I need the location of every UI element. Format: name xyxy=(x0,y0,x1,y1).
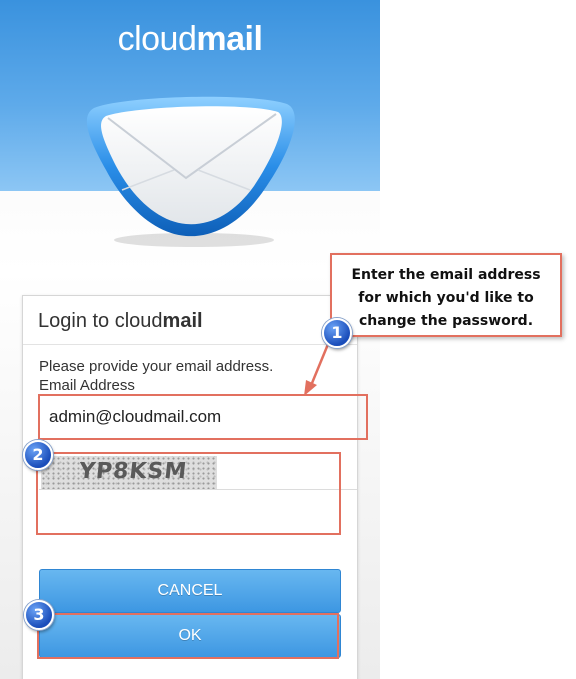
captcha-highlight-box xyxy=(36,452,341,535)
step-badge-3: 3 xyxy=(24,600,54,630)
ok-highlight-box xyxy=(37,613,339,659)
card-title-bold: mail xyxy=(162,310,203,332)
step-badge-1: 1 xyxy=(322,318,352,348)
card-title: Login to cloudmail xyxy=(38,310,203,333)
app-logo: cloudmail xyxy=(0,20,380,59)
logo-bold-text: mail xyxy=(196,20,263,58)
callout-line: for which you'd like to xyxy=(358,290,534,306)
step-badge-2: 2 xyxy=(23,440,53,470)
callout-line: Enter the email address xyxy=(351,267,541,283)
logo-light-text: cloud xyxy=(117,20,197,58)
callout-line: change the password. xyxy=(358,313,534,329)
envelope-icon xyxy=(86,96,295,247)
cancel-button[interactable]: CANCEL xyxy=(39,569,341,613)
email-highlight-box xyxy=(38,394,368,440)
callout-box: Enter the email address for which you'd … xyxy=(330,253,562,337)
email-label: Email Address xyxy=(39,377,135,394)
instruction-text: Please provide your email address. xyxy=(39,358,274,375)
card-title-light: Login to cloud xyxy=(38,310,163,332)
